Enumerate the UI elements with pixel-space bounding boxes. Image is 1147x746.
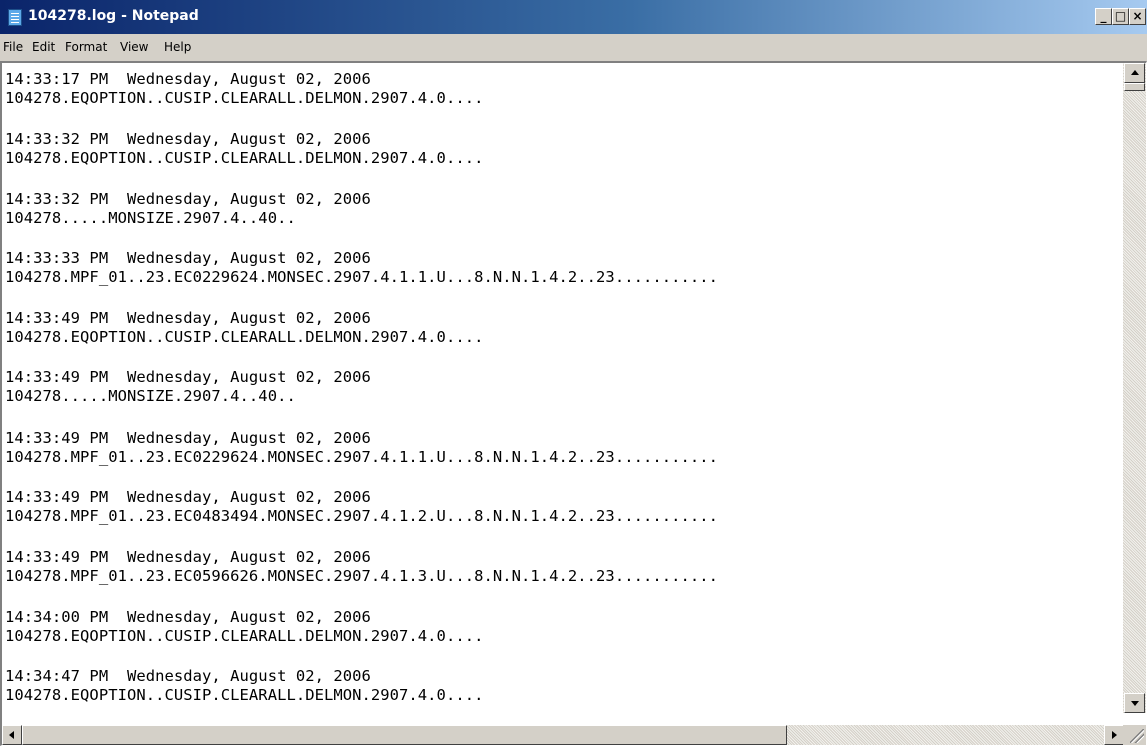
notepad-window: 104278.log - Notepad _ □ × File Edit For… bbox=[0, 0, 1147, 746]
menu-bar: File Edit Format View Help bbox=[0, 34, 1147, 60]
log-data: 104278.EQOPTION..CUSIP.CLEARALL.DELMON.2… bbox=[5, 627, 484, 645]
vertical-scrollbar[interactable] bbox=[1123, 63, 1146, 713]
log-data: 104278.MPF_01..23.EC0229624.MONSEC.2907.… bbox=[5, 268, 719, 286]
arrow-right-icon bbox=[1112, 731, 1117, 739]
scroll-down-button[interactable] bbox=[1124, 693, 1145, 713]
vertical-scroll-thumb[interactable] bbox=[1124, 83, 1145, 91]
title-bar[interactable]: 104278.log - Notepad _ □ × bbox=[0, 0, 1147, 34]
menu-view[interactable]: View bbox=[120, 40, 148, 54]
log-entry: 14:33:49 PM Wednesday, August 02, 2006 1… bbox=[5, 429, 718, 467]
log-data: 104278.....MONSIZE.2907.4..40.. bbox=[5, 387, 296, 405]
arrow-up-icon bbox=[1131, 70, 1139, 75]
window-title: 104278.log - Notepad bbox=[28, 8, 199, 24]
log-timestamp: 14:33:49 PM Wednesday, August 02, 2006 bbox=[5, 429, 371, 447]
log-entry: 14:34:47 PM Wednesday, August 02, 2006 1… bbox=[5, 667, 483, 705]
log-timestamp: 14:33:17 PM Wednesday, August 02, 2006 bbox=[5, 70, 371, 88]
log-data: 104278.MPF_01..23.EC0229624.MONSEC.2907.… bbox=[5, 448, 719, 466]
horizontal-scrollbar[interactable] bbox=[2, 725, 1124, 745]
menu-file[interactable]: File bbox=[3, 40, 23, 54]
log-entry: 14:33:32 PM Wednesday, August 02, 2006 1… bbox=[5, 190, 371, 228]
log-data: 104278.MPF_01..23.EC0596626.MONSEC.2907.… bbox=[5, 567, 719, 585]
log-timestamp: 14:33:49 PM Wednesday, August 02, 2006 bbox=[5, 548, 371, 566]
notepad-icon[interactable] bbox=[8, 9, 22, 26]
arrow-down-icon bbox=[1131, 701, 1139, 706]
log-data: 104278.EQOPTION..CUSIP.CLEARALL.DELMON.2… bbox=[5, 89, 484, 107]
text-editor[interactable]: 14:33:17 PM Wednesday, August 02, 2006 1… bbox=[0, 61, 1147, 746]
minimize-button[interactable]: _ bbox=[1095, 8, 1112, 25]
maximize-button[interactable]: □ bbox=[1112, 8, 1129, 25]
log-data: 104278.EQOPTION..CUSIP.CLEARALL.DELMON.2… bbox=[5, 328, 484, 346]
log-entry: 14:33:32 PM Wednesday, August 02, 2006 1… bbox=[5, 130, 483, 168]
menu-format[interactable]: Format bbox=[65, 40, 107, 54]
resize-grip-icon bbox=[1130, 729, 1144, 743]
log-entry: 14:33:49 PM Wednesday, August 02, 2006 1… bbox=[5, 309, 483, 347]
log-entry: 14:33:33 PM Wednesday, August 02, 2006 1… bbox=[5, 249, 718, 287]
menu-help[interactable]: Help bbox=[164, 40, 191, 54]
scroll-up-button[interactable] bbox=[1124, 63, 1145, 83]
log-timestamp: 14:34:47 PM Wednesday, August 02, 2006 bbox=[5, 667, 371, 685]
log-entry: 14:33:49 PM Wednesday, August 02, 2006 1… bbox=[5, 488, 718, 526]
log-data: 104278.EQOPTION..CUSIP.CLEARALL.DELMON.2… bbox=[5, 149, 484, 167]
log-entry: 14:33:49 PM Wednesday, August 02, 2006 1… bbox=[5, 548, 718, 586]
log-timestamp: 14:33:49 PM Wednesday, August 02, 2006 bbox=[5, 488, 371, 506]
log-timestamp: 14:33:32 PM Wednesday, August 02, 2006 bbox=[5, 130, 371, 148]
horizontal-scroll-thumb[interactable] bbox=[22, 725, 787, 745]
close-button[interactable]: × bbox=[1129, 8, 1146, 25]
menu-edit[interactable]: Edit bbox=[32, 40, 55, 54]
log-timestamp: 14:34:00 PM Wednesday, August 02, 2006 bbox=[5, 608, 371, 626]
log-timestamp: 14:33:49 PM Wednesday, August 02, 2006 bbox=[5, 368, 371, 386]
arrow-left-icon bbox=[9, 731, 14, 739]
log-entry: 14:33:49 PM Wednesday, August 02, 2006 1… bbox=[5, 368, 371, 406]
log-entry: 14:33:17 PM Wednesday, August 02, 2006 1… bbox=[5, 70, 483, 108]
document-text[interactable]: 14:33:17 PM Wednesday, August 02, 2006 1… bbox=[2, 63, 1124, 713]
log-data: 104278.MPF_01..23.EC0483494.MONSEC.2907.… bbox=[5, 507, 719, 525]
log-entry: 14:34:00 PM Wednesday, August 02, 2006 1… bbox=[5, 608, 483, 646]
size-grip[interactable] bbox=[1123, 725, 1146, 745]
log-timestamp: 14:33:49 PM Wednesday, August 02, 2006 bbox=[5, 309, 371, 327]
scroll-right-button[interactable] bbox=[1104, 725, 1124, 745]
log-data: 104278.EQOPTION..CUSIP.CLEARALL.DELMON.2… bbox=[5, 686, 484, 704]
log-data: 104278.....MONSIZE.2907.4..40.. bbox=[5, 209, 296, 227]
scroll-left-button[interactable] bbox=[2, 725, 22, 745]
log-timestamp: 14:33:33 PM Wednesday, August 02, 2006 bbox=[5, 249, 371, 267]
log-timestamp: 14:33:32 PM Wednesday, August 02, 2006 bbox=[5, 190, 371, 208]
